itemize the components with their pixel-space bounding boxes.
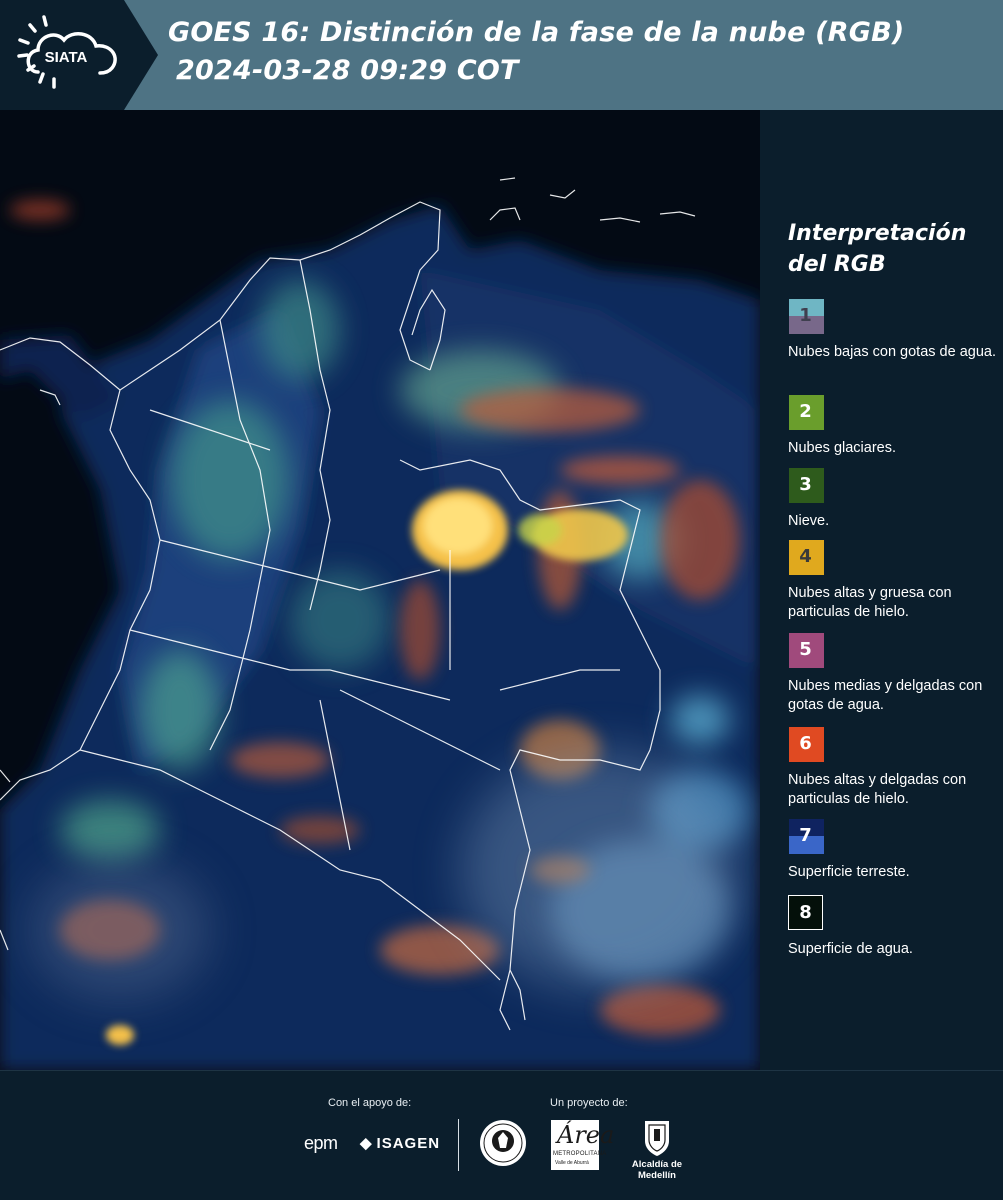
legend-item-6: 6 Nubes altas y delgadas con particulas … bbox=[788, 726, 998, 809]
legend-item-7: 7 Superficie terreste. bbox=[788, 818, 998, 882]
footer-bar: Con el apoyo de: Un proyecto de: epm ◆ IS… bbox=[0, 1070, 1003, 1200]
legend-title: Interpretación del RGB bbox=[788, 221, 967, 277]
legend-number-2: 2 bbox=[799, 401, 812, 422]
alcaldia-label: Alcaldía de Medellín bbox=[631, 1159, 683, 1181]
university-seal-icon bbox=[480, 1120, 526, 1166]
header-bar: SIATA GOES 16: Distinción de la fase de … bbox=[0, 0, 1003, 110]
area-logo-letter: Área bbox=[557, 1121, 615, 1149]
legend-item-8: 8 Superficie de agua. bbox=[788, 895, 998, 959]
title-timestamp: 2024-03-28 09:29 COT bbox=[176, 55, 519, 86]
isagen-mark-icon: ◆ bbox=[360, 1135, 373, 1152]
area-logo-line-1: METROPOLITANA bbox=[553, 1151, 607, 1157]
legend-swatch-6: 6 bbox=[788, 726, 824, 762]
legend-number-8: 8 bbox=[799, 902, 812, 923]
legend-label-3: Nieve. bbox=[788, 513, 830, 529]
rgb-legend: Interpretación del RGB 1 Nubes bajas con… bbox=[760, 110, 1003, 1070]
title-line-1: GOES 16: Distinción de la fase de la nub… bbox=[168, 17, 905, 48]
footer-divider bbox=[458, 1119, 459, 1171]
siata-logo-text: SIATA bbox=[45, 49, 88, 66]
legend-label-2: Nubes glaciares. bbox=[788, 440, 896, 456]
isagen-logo: ◆ ISAGEN bbox=[360, 1134, 440, 1152]
area-logo-line-2: Valle de Aburrá bbox=[555, 1160, 589, 1166]
page-title: GOES 16: Distinción de la fase de la nub… bbox=[168, 14, 988, 90]
legend-item-5: 5 Nubes medias y delgadas con gotas de a… bbox=[788, 632, 998, 715]
satellite-rgb-map bbox=[0, 110, 760, 1070]
legend-item-4: 4 Nubes altas y gruesa con particulas de… bbox=[788, 539, 998, 622]
legend-swatch-8: 8 bbox=[788, 895, 823, 930]
legend-label-1: Nubes bajas con gotas de agua. bbox=[788, 344, 996, 360]
legend-swatch-7: 7 bbox=[788, 818, 824, 854]
alcaldia-medellin-logo: Alcaldía de Medellín bbox=[612, 1119, 702, 1181]
project-label: Un proyecto de: bbox=[550, 1097, 628, 1109]
legend-swatch-1: 1 bbox=[788, 298, 824, 334]
legend-swatch-4: 4 bbox=[788, 539, 824, 575]
medellin-shield-icon bbox=[645, 1121, 669, 1156]
legend-number-1: 1 bbox=[799, 305, 812, 326]
legend-item-2: 2 Nubes glaciares. bbox=[788, 394, 998, 458]
legend-swatch-5: 5 bbox=[788, 632, 824, 668]
epm-logo: epm bbox=[304, 1133, 338, 1153]
siata-logo: SIATA bbox=[0, 0, 160, 110]
legend-swatch-3: 3 bbox=[788, 467, 824, 503]
legend-item-1: 1 Nubes bajas con gotas de agua. bbox=[788, 298, 998, 362]
legend-number-6: 6 bbox=[799, 733, 812, 754]
legend-label-5: Nubes medias y delgadas con gotas de agu… bbox=[788, 678, 983, 713]
legend-label-4: Nubes altas y gruesa con particulas de h… bbox=[788, 585, 952, 620]
legend-item-3: 3 Nieve. bbox=[788, 467, 998, 531]
legend-number-3: 3 bbox=[799, 474, 812, 495]
legend-label-8: Superficie de agua. bbox=[788, 941, 913, 957]
support-label: Con el apoyo de: bbox=[328, 1097, 412, 1109]
legend-number-5: 5 bbox=[799, 639, 812, 660]
legend-swatch-2: 2 bbox=[788, 394, 824, 430]
isagen-logo-text: ISAGEN bbox=[376, 1135, 441, 1152]
legend-label-6: Nubes altas y delgadas con particulas de… bbox=[788, 772, 967, 807]
legend-number-4: 4 bbox=[799, 546, 812, 567]
legend-label-7: Superficie terreste. bbox=[788, 864, 910, 880]
legend-number-7: 7 bbox=[799, 825, 812, 846]
area-metropolitana-logo: Área METROPOLITANA Valle de Aburrá bbox=[551, 1120, 614, 1170]
